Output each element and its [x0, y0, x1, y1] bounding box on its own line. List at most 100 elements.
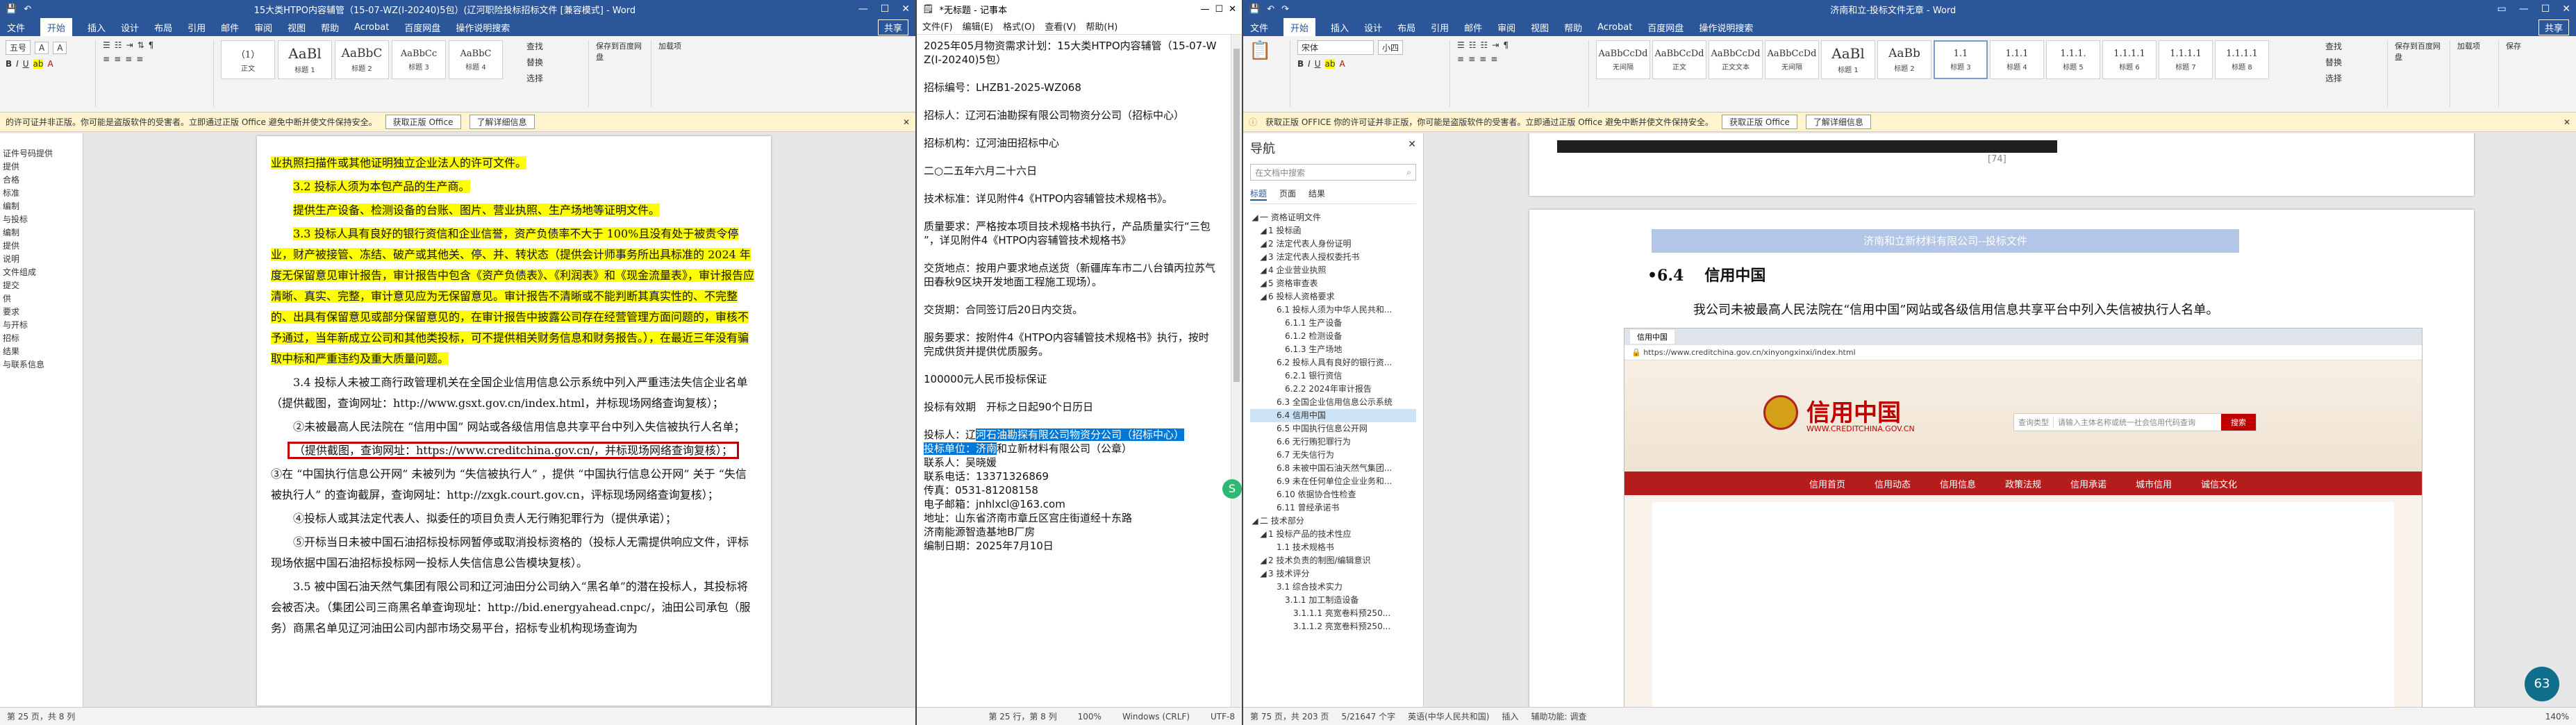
nav-heading-item[interactable]: 6.1.2 检测设备 — [1250, 330, 1416, 343]
style-item[interactable]: AaBbCcDd 无间隔 — [1765, 40, 1819, 79]
notepad-text-area[interactable]: 2025年05月物资需求计划：15大类HTPO内容辅管（15-07-W Z(I-2… — [917, 35, 1229, 707]
nav-heading-item[interactable]: ◢ 3 法定代表人授权委托书 — [1250, 251, 1416, 264]
tab-home[interactable]: 开始 — [40, 18, 73, 36]
tab-home[interactable]: 开始 — [1283, 18, 1316, 36]
find-button[interactable]: 查找 — [526, 40, 581, 52]
tell-me-search[interactable]: 操作说明搜索 — [1699, 21, 1753, 34]
nav-heading-item[interactable]: 3.1 综合技术实力 — [1250, 581, 1416, 594]
numbering-icon[interactable]: ☷ — [115, 40, 122, 50]
nav-heading-item[interactable]: ◢ 二 技术部分 — [1250, 515, 1416, 528]
nav-heading-item[interactable]: 6.6 无行贿犯罪行为 — [1250, 435, 1416, 449]
style-item[interactable]: 1.1.1.1 标题 8 — [2215, 40, 2269, 79]
tab-help[interactable]: 帮助 — [321, 21, 339, 34]
save-to-baidu-button[interactable]: 保存到百度网盘 — [596, 40, 644, 62]
style-item[interactable]: 1.1 标题 3 — [1934, 40, 1988, 79]
multilevel-icon[interactable]: ☷ — [1481, 40, 1488, 50]
save-icon[interactable]: 💾 — [6, 4, 17, 15]
tab-mailings[interactable]: 邮件 — [1464, 21, 1482, 34]
font-family-select[interactable]: 宋体 — [1297, 40, 1374, 55]
learn-more-button[interactable]: 了解详细信息 — [1805, 115, 1871, 129]
search-icon[interactable]: ⌕ — [1406, 167, 1411, 178]
tab-design[interactable]: 设计 — [121, 21, 139, 34]
style-item[interactable]: 1.1.1 标题 4 — [1990, 40, 2044, 79]
style-item[interactable]: 1.1.1.1 标题 6 — [2102, 40, 2157, 79]
close-icon[interactable]: ✕ — [2562, 3, 2570, 15]
undo-icon[interactable]: ↶ — [24, 4, 31, 15]
style-item[interactable]: AaBbCcDd 正文文本 — [1709, 40, 1763, 79]
font-color-icon[interactable]: A — [47, 59, 53, 69]
menu-help[interactable]: 帮助(H) — [1086, 19, 1117, 33]
replace-button[interactable]: 替换 — [526, 56, 581, 68]
style-item[interactable]: AaBbC 标题 4 — [449, 40, 503, 79]
get-genuine-button[interactable]: 获取正版 Office — [385, 115, 461, 129]
style-item[interactable]: AaBbCcDd 正文 — [1652, 40, 1706, 79]
ribbon-display-icon[interactable]: ▭ — [2497, 3, 2506, 15]
font-size-select[interactable]: 五号 — [6, 40, 31, 55]
nav-heading-item[interactable]: 6.3 全国企业信用信息公示系统 — [1250, 396, 1416, 409]
learn-more-button[interactable]: 了解详细信息 — [469, 115, 535, 129]
tab-review[interactable]: 审阅 — [1497, 21, 1515, 34]
tab-view[interactable]: 视图 — [288, 21, 306, 34]
nav-item[interactable]: 结果 — [3, 345, 80, 358]
save-icon[interactable]: 💾 — [1249, 4, 1260, 15]
nav-item[interactable]: 证件号码提供 — [3, 147, 80, 160]
addins-button[interactable]: 加载项 — [2457, 40, 2491, 51]
tab-insert[interactable]: 插入 — [1331, 21, 1349, 34]
highlight-icon[interactable]: ab — [33, 59, 44, 69]
nav-heading-item[interactable]: 6.2.2 2024年审计报告 — [1250, 383, 1416, 396]
network-badge[interactable]: 63 — [2525, 667, 2559, 701]
nav-tab-pages[interactable]: 页面 — [1279, 188, 1296, 201]
tab-file[interactable]: 文件 — [7, 21, 25, 34]
justify-icon[interactable]: ≡ — [136, 54, 143, 64]
tab-layout[interactable]: 布局 — [154, 21, 172, 34]
expand-arrow-icon[interactable]: ◢ — [1258, 556, 1268, 566]
tab-references[interactable]: 引用 — [1431, 21, 1449, 34]
shrink-font-button[interactable]: A — [53, 41, 67, 54]
align-left-icon[interactable]: ≡ — [1457, 54, 1464, 64]
tab-review[interactable]: 审阅 — [254, 21, 272, 34]
nav-item[interactable]: 要求 — [3, 306, 80, 319]
document-page[interactable]: 济南和立新材料有限公司--投标文件 •6.4 信用中国 我公司未被最高人民法院在… — [1529, 210, 2474, 707]
expand-arrow-icon[interactable]: ◢ — [1258, 252, 1268, 262]
nav-heading-item[interactable]: 6.1.1 生产设备 — [1250, 317, 1416, 330]
floating-assistant-icon[interactable]: S — [1222, 479, 1242, 499]
sort-icon[interactable]: ⇅ — [138, 40, 144, 50]
minimize-icon[interactable]: — — [858, 3, 868, 15]
justify-icon[interactable]: ≡ — [1490, 54, 1497, 64]
menu-file[interactable]: 文件(F) — [922, 19, 953, 33]
addins-button[interactable]: 加载项 — [658, 40, 693, 51]
italic-icon[interactable]: I — [1308, 59, 1311, 69]
minimize-icon[interactable]: — — [1200, 4, 1209, 15]
style-item[interactable]: 1.1.1. 标题 5 — [2046, 40, 2100, 79]
nav-heading-item[interactable]: 6.2 投标人具有良好的银行资... — [1250, 356, 1416, 369]
nav-tab-results[interactable]: 结果 — [1308, 188, 1325, 201]
style-item[interactable]: AaBbCc 标题 3 — [392, 40, 446, 79]
maximize-icon[interactable]: ☐ — [881, 3, 890, 15]
style-item[interactable]: AaBbC 标题 2 — [335, 40, 389, 79]
paste-icon[interactable]: 📋 — [1249, 40, 1283, 61]
tab-view[interactable]: 视图 — [1531, 21, 1549, 34]
nav-heading-item[interactable]: ◢ 1 投标产品的技术性应 — [1250, 528, 1416, 541]
nav-item[interactable]: 提供 — [3, 240, 80, 253]
style-item[interactable]: AaBbCcDd 无间隔 — [1596, 40, 1650, 79]
menu-edit[interactable]: 编辑(E) — [963, 19, 993, 33]
grow-font-button[interactable]: A — [35, 41, 49, 54]
nav-heading-item[interactable]: 3.1.1.2 亮宽卷料预250... — [1250, 620, 1416, 633]
nav-item[interactable]: 说明 — [3, 253, 80, 266]
italic-icon[interactable]: I — [16, 59, 19, 69]
share-button[interactable]: 共享 — [877, 19, 908, 35]
minimize-icon[interactable]: — — [2519, 3, 2529, 15]
bullets-icon[interactable]: ☰ — [103, 40, 110, 50]
select-button[interactable]: 选择 — [2325, 72, 2380, 84]
expand-arrow-icon[interactable]: ◢ — [1258, 239, 1268, 249]
bold-icon[interactable]: B — [1297, 59, 1304, 69]
nav-item[interactable]: 提供 — [3, 160, 80, 174]
nav-heading-item[interactable]: 6.1 投标人须为中华人民共和... — [1250, 303, 1416, 317]
font-size-select[interactable]: 小四 — [1378, 40, 1404, 55]
indent-icon[interactable]: ⇥ — [126, 40, 133, 50]
pilcrow-icon[interactable]: ¶ — [1503, 40, 1509, 50]
align-right-icon[interactable]: ≡ — [1479, 54, 1486, 64]
save-button[interactable]: 保存 — [2506, 40, 2534, 51]
vertical-scrollbar[interactable] — [1231, 35, 1242, 707]
align-right-icon[interactable]: ≡ — [125, 54, 132, 64]
